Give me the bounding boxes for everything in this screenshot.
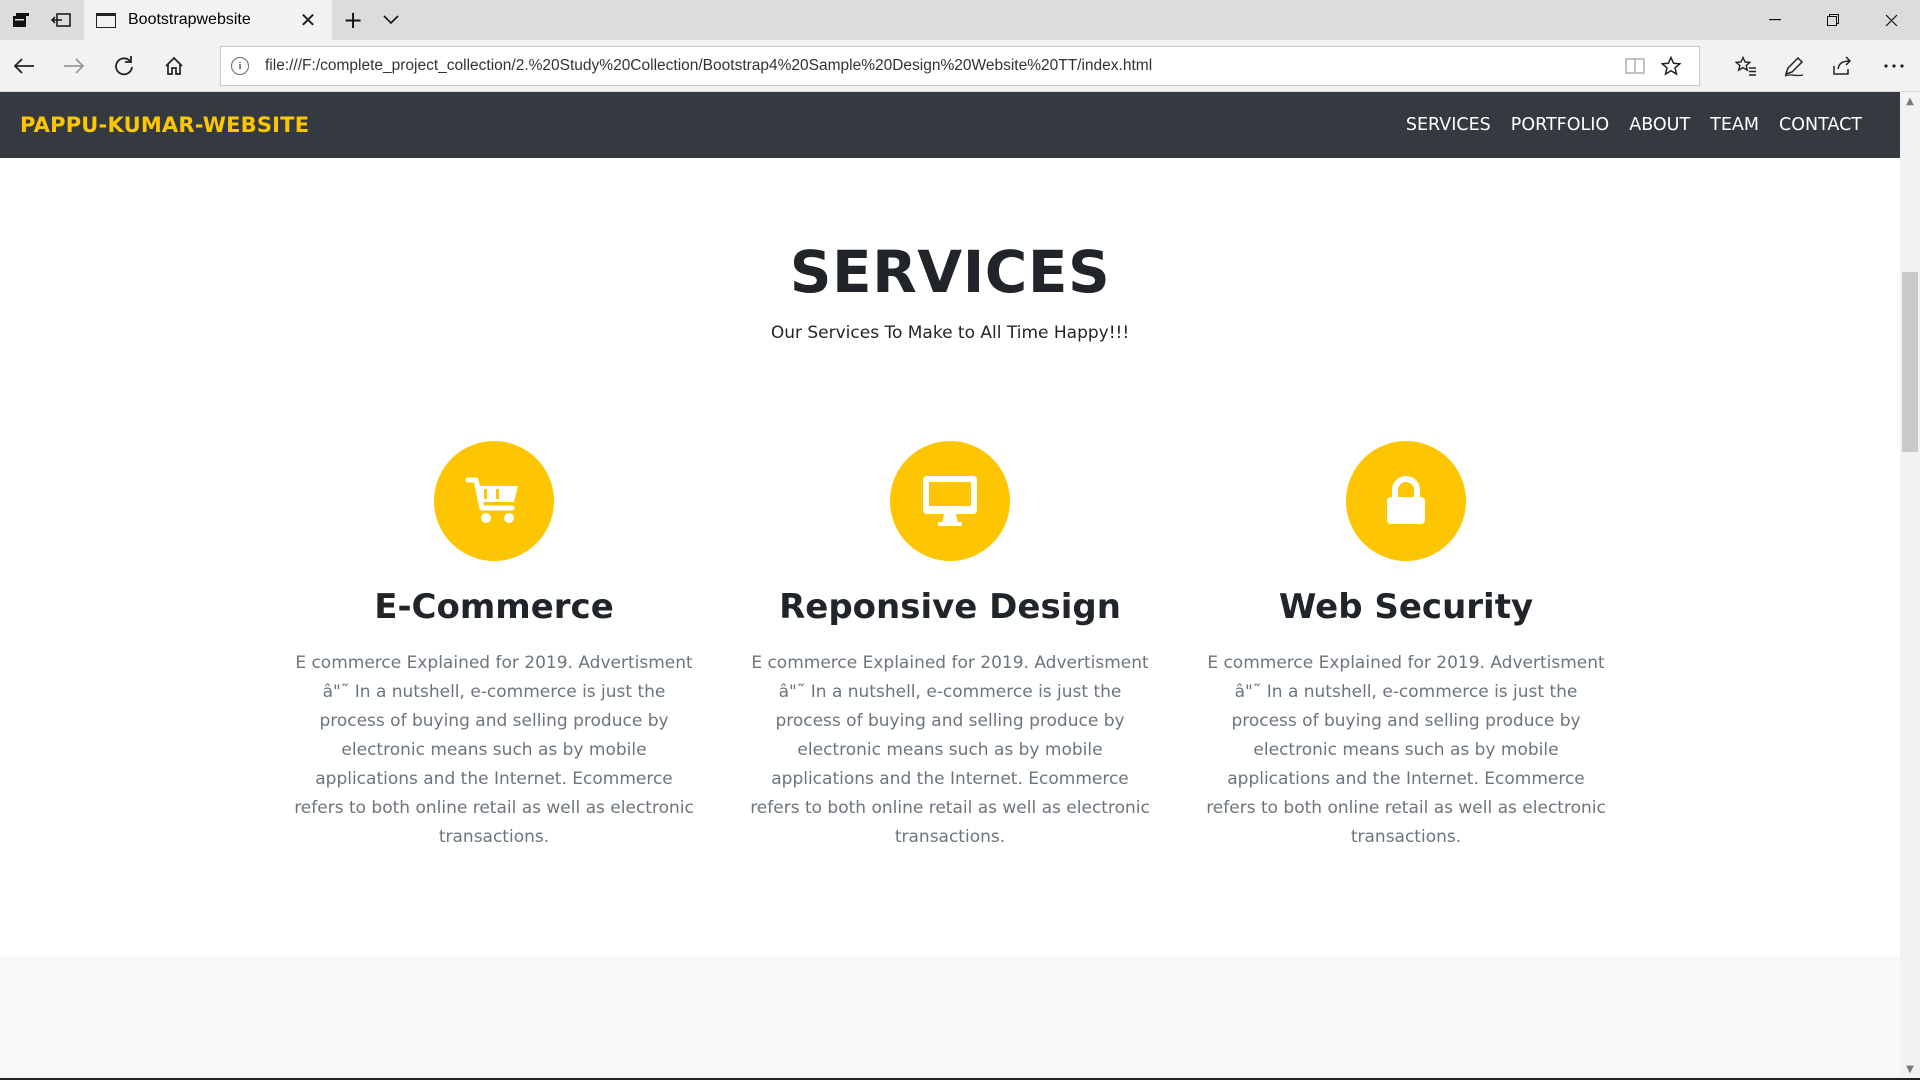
share-icon[interactable] [1822,46,1862,86]
section-subheading: Our Services To Make to All Time Happy!!… [770,323,1130,343]
close-tab-icon[interactable]: ✕ [296,8,320,32]
shopping-cart-icon [466,477,518,523]
service-description: E commerce Explained for 2019. Advertism… [1206,653,1606,847]
refresh-icon[interactable] [104,46,144,86]
more-options-icon[interactable] [1874,46,1914,86]
service-title: E-Commerce [374,587,614,627]
service-icon-circle [1346,441,1466,561]
pen-notes-icon[interactable] [1774,46,1814,86]
site-navbar: PAPPU-KUMAR-WEBSITE SERVICES PORTFOLIO A… [0,92,1900,158]
services-section: SERVICES Our Services To Make to All Tim… [0,158,1900,956]
service-title: Reponsive Design [779,587,1121,627]
favorite-star-icon[interactable] [1653,48,1689,84]
service-title: Web Security [1278,587,1534,627]
browser-toolbar: i file:///F:/complete_project_collection… [0,40,1920,92]
tab-title: Bootstrapwebsite [128,11,251,28]
service-description: E commerce Explained for 2019. Advertism… [294,653,694,847]
scroll-up-icon[interactable]: ▲ [1900,96,1920,110]
next-section-background [0,956,1900,1080]
close-window-icon[interactable] [1862,0,1920,40]
minimize-icon[interactable] [1746,0,1804,40]
service-card-ecommerce: E-Commerce E commerce Explained for 2019… [294,441,694,852]
nav-link-about[interactable]: ABOUT [1619,115,1700,135]
address-bar[interactable]: i file:///F:/complete_project_collection… [220,46,1700,86]
tab-bootstrapwebsite[interactable]: Bootstrapwebsite ✕ [84,0,332,40]
nav-link-contact[interactable]: CONTACT [1769,115,1872,135]
reading-view-icon[interactable] [1617,48,1653,84]
browser-tab-bar: Bootstrapwebsite ✕ + [0,0,1920,40]
section-heading: SERVICES [789,238,1111,306]
nav-link-team[interactable]: TEAM [1700,115,1769,135]
desktop-icon [923,476,977,526]
service-card-web-security: Web Security E commerce Explained for 20… [1206,441,1606,852]
restore-icon[interactable] [1804,0,1862,40]
scrollbar-thumb[interactable] [1902,272,1918,452]
favorites-list-icon[interactable] [1726,46,1766,86]
service-description: E commerce Explained for 2019. Advertism… [750,653,1150,847]
nav-link-services[interactable]: SERVICES [1396,115,1501,135]
new-tab-icon[interactable]: + [334,0,372,40]
home-icon[interactable] [154,46,194,86]
url-text: file:///F:/complete_project_collection/2… [265,57,1153,74]
site-info-icon[interactable]: i [231,57,249,75]
tab-actions-icon[interactable] [2,0,40,40]
service-icon-circle [434,441,554,561]
tabs-aside-icon[interactable] [42,0,80,40]
chevron-down-icon[interactable] [372,0,410,40]
brand-logo-link[interactable]: PAPPU-KUMAR-WEBSITE [20,113,309,137]
service-icon-circle [890,441,1010,561]
nav-link-portfolio[interactable]: PORTFOLIO [1501,115,1619,135]
nav-links: SERVICES PORTFOLIO ABOUT TEAM CONTACT [1396,115,1872,135]
lock-icon [1387,476,1425,524]
page-scrollbar[interactable] [1900,92,1920,1080]
page-icon [96,12,116,28]
forward-icon[interactable] [54,46,94,86]
back-icon[interactable] [4,46,44,86]
scroll-down-icon[interactable]: ▼ [1900,1064,1920,1078]
service-card-responsive-design: Reponsive Design E commerce Explained fo… [750,441,1150,852]
